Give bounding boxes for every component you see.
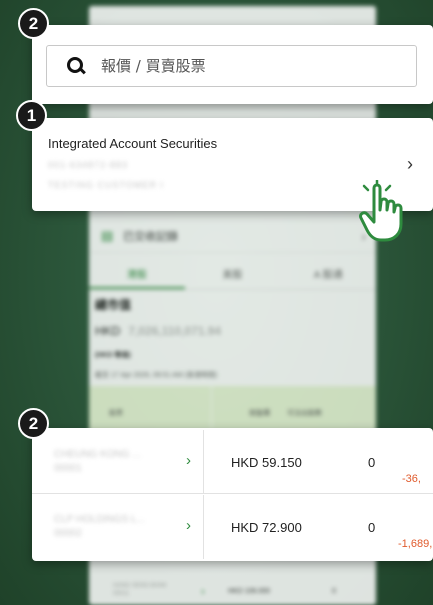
- stock-code: 00001: [54, 463, 82, 474]
- pointer-hand-icon: [359, 180, 403, 242]
- as-of-time: 截至 17 Apr 2026, 09:51 AM (香港時間): [95, 372, 218, 379]
- tab-us-stocks[interactable]: 美股: [185, 264, 281, 289]
- stock-name-line1: CLP HOLDINGS L...: [54, 514, 145, 525]
- chevron-right-icon[interactable]: ›: [186, 517, 191, 534]
- search-icon: [67, 57, 85, 75]
- header-stock: 股票: [109, 410, 123, 417]
- stock-code: 00002: [54, 528, 82, 539]
- receipt-icon: ▤: [101, 227, 114, 243]
- chevron-right-icon[interactable]: ›: [407, 154, 413, 175]
- stock-qty: 0: [368, 455, 376, 470]
- step-badge: 1: [16, 100, 47, 131]
- stock-name-line1: CHEUNG KONG ...: [54, 449, 141, 460]
- market-value-title: 總市值: [95, 298, 132, 312]
- stock-qty: 0: [332, 588, 336, 595]
- settled-records-label: 已交收記錄: [123, 230, 178, 243]
- step-badge: 2: [18, 8, 49, 39]
- stock-name-line1: HANG SENG BANK: [113, 583, 168, 589]
- tab-a-shares[interactable]: A 股通: [280, 264, 376, 289]
- stock-name: HANG SENG BANK 00011: [113, 582, 167, 598]
- search-bar[interactable]: [46, 45, 417, 87]
- search-input[interactable]: [101, 57, 371, 75]
- tab-hk-stocks[interactable]: 港股: [89, 264, 185, 289]
- table-row[interactable]: HANG SENG BANK 00011 › HKD 106.000 0: [89, 578, 376, 605]
- stock-qty: 0: [368, 520, 376, 535]
- market-value-sub: (HKD 等值): [95, 352, 131, 359]
- header-price: 按盤價: [249, 410, 270, 417]
- stock-name: CLP HOLDINGS L... 00002: [54, 513, 145, 541]
- header-sellable-qty: 可沽出股數: [287, 410, 322, 417]
- holdings-callout: CHEUNG KONG ... 00001 › HKD 59.150 0 -36…: [32, 428, 433, 561]
- table-row[interactable]: CLP HOLDINGS L... 00002 › HKD 72.900 0 -…: [32, 495, 433, 559]
- stock-price: HKD 72.900: [231, 520, 302, 535]
- market-value-currency: HKD: [95, 324, 121, 338]
- account-number: 001-634872-883: [48, 160, 129, 170]
- header-divider: [211, 386, 212, 432]
- holdings-table-header: 股票 按盤價 可沽出股數: [89, 386, 376, 432]
- column-divider: [203, 430, 204, 493]
- account-title: Integrated Account Securities: [48, 136, 218, 151]
- market-tabs: 港股 美股 A 股通: [89, 264, 376, 290]
- account-name: TESTING CUSTOMER I: [48, 180, 164, 190]
- step-badge: 2: [18, 408, 49, 439]
- stock-price: HKD 106.000: [228, 588, 271, 595]
- stock-price: HKD 59.150: [231, 455, 302, 470]
- stock-name: CHEUNG KONG ... 00001: [54, 448, 141, 476]
- search-callout: [32, 25, 433, 104]
- table-row[interactable]: CHEUNG KONG ... 00001 › HKD 59.150 0 -36…: [32, 430, 433, 494]
- profit-loss: -1,689,: [398, 538, 433, 550]
- settled-records-row[interactable]: ▤ 已交收記錄 ›: [89, 219, 376, 253]
- chevron-right-icon: ›: [201, 586, 205, 598]
- market-value: HKD 7,026,110,071.94: [95, 324, 221, 338]
- market-value-amount: 7,026,110,071.94: [128, 324, 222, 338]
- chevron-right-icon[interactable]: ›: [186, 452, 191, 469]
- column-divider: [203, 495, 204, 559]
- stock-code: 00011: [113, 591, 130, 597]
- profit-loss: -36,: [402, 473, 421, 485]
